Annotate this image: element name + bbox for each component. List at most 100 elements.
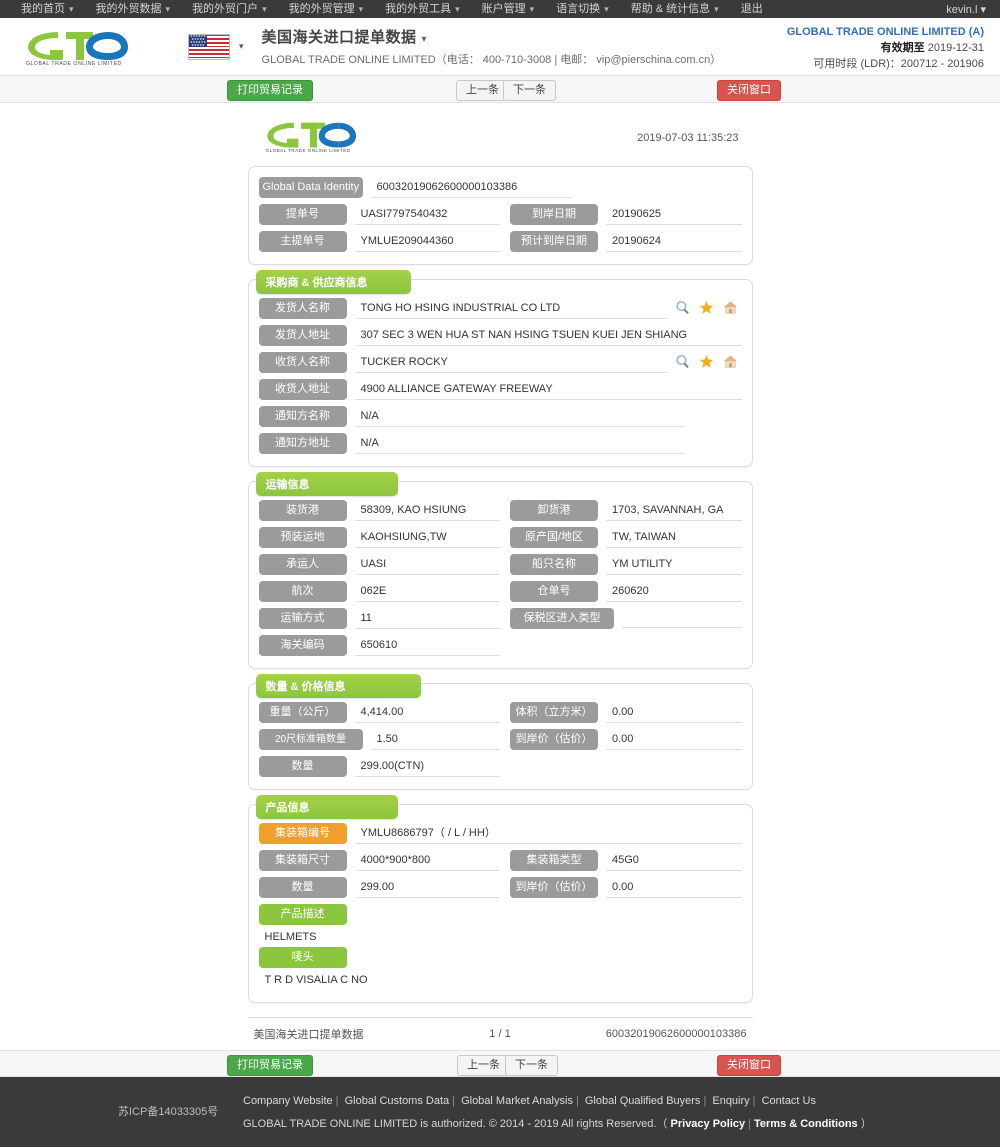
previous-record-button-bottom[interactable]: 上一条 <box>457 1055 510 1076</box>
transport-mode-label: 运输方式 <box>258 608 347 629</box>
shipper-name-value: TONG HO HSING INDUSTRIAL CO LTD <box>354 298 667 319</box>
footer-separator: | <box>752 1095 756 1107</box>
teu-row: 20尺标准箱数量 1.50 到岸价（估价） 0.00 <box>258 729 742 750</box>
nav-item-logout[interactable]: 退出 <box>730 0 774 18</box>
previous-record-button[interactable]: 上一条 <box>456 80 509 101</box>
port-of-loading-row: 装货港 58309, KAO HSIUNG 卸货港 1703, SAVANNAH, … <box>258 500 742 521</box>
svg-text:GLOBAL TRADE ONLINE LIMITED: GLOBAL TRADE ONLINE LIMITED <box>26 61 122 66</box>
notify-address-value: N/A <box>354 433 685 454</box>
chevron-down-icon: ▾ <box>604 4 609 14</box>
product-section-title: 产品信息 <box>255 795 398 819</box>
manifest-number-value: 260620 <box>606 581 742 602</box>
master-bl-row: 主提单号 YMLUE209044360 预计到岸日期 20190624 <box>258 231 742 252</box>
vessel-name-label: 船只名称 <box>510 554 598 575</box>
page-title[interactable]: 美国海关进口提单数据 ▾ <box>262 26 722 47</box>
gto-logo-svg: GLOBAL TRADE ONLINE LIMITED <box>265 122 356 153</box>
product-description-label: 产品描述 <box>258 904 347 925</box>
identity-row: Global Data Identity 6003201906260000010… <box>258 177 742 198</box>
chevron-down-icon: ▾ <box>165 4 171 14</box>
notify-name-value: N/A <box>354 406 685 427</box>
document-footer: 美国海关进口提单数据 1 / 1 60032019062600000103386 <box>247 1017 753 1044</box>
pre-carriage-row: 预装运地 KAOHSIUNG,TW 原产国/地区 TW, TAIWAN <box>258 527 742 548</box>
product-panel: 产品信息 集装箱编号 YMLU8686797（ / L / HH） 集装箱尺寸 4… <box>247 795 753 1003</box>
document-area: GLOBAL TRADE ONLINE LIMITED 2019-07-03 1… <box>0 103 1000 1050</box>
marks-label: 唛头 <box>258 947 347 968</box>
nav-item-trade-portal[interactable]: 我的外贸门户 ▾ <box>181 0 278 18</box>
terms-conditions-link[interactable]: Terms & Conditions <box>754 1118 858 1130</box>
nav-item-trade-data[interactable]: 我的外贸数据 ▾ <box>85 0 182 18</box>
weight-row: 重量（公斤） 4,414.00 体积（立方米） 0.00 <box>258 702 742 723</box>
nav-item-label: 我的首页 <box>21 3 65 15</box>
next-record-button[interactable]: 下一条 <box>503 80 556 101</box>
container-type-label: 集装箱类型 <box>510 850 598 871</box>
search-icon[interactable] <box>675 354 690 371</box>
validity-value: 2019-12-31 <box>927 42 984 54</box>
gto-logo[interactable]: GLOBAL TRADE ONLINE LIMITED <box>22 28 132 66</box>
svg-text:GLOBAL TRADE ONLINE LIMITED: GLOBAL TRADE ONLINE LIMITED <box>265 148 350 153</box>
nav-item-trade-management[interactable]: 我的外贸管理 ▾ <box>278 0 375 18</box>
nav-item-trade-tools[interactable]: 我的外贸工具 ▾ <box>374 0 471 18</box>
document-footer-identity: 60032019062600000103386 <box>605 1028 747 1040</box>
estimated-arrival-value: 20190624 <box>606 231 742 252</box>
account-info: GLOBAL TRADE ONLINE LIMITED (A) 有效期至 201… <box>787 24 984 72</box>
account-ldr: 可用时段 (LDR)：200712 - 201906 <box>813 58 984 70</box>
weight-label: 重量（公斤） <box>258 702 347 723</box>
footer-link-contact-us[interactable]: Contact Us <box>762 1095 816 1107</box>
close-window-button[interactable]: 关闭窗口 <box>717 80 781 101</box>
nav-item-account-management[interactable]: 账户管理 ▾ <box>471 0 546 18</box>
cif-value-label: 到岸价（估价） <box>510 729 598 750</box>
parties-section-title: 采购商 & 供应商信息 <box>255 270 411 294</box>
close-window-button-bottom[interactable]: 关闭窗口 <box>717 1055 781 1076</box>
parties-panel: 采购商 & 供应商信息 发货人名称 TONG HO HSING INDUSTRI… <box>247 270 753 467</box>
consignee-address-value: 4900 ALLIANCE GATEWAY FREEWAY <box>354 379 742 400</box>
shipper-address-label: 发货人地址 <box>258 325 347 346</box>
footer-link-company-website[interactable]: Company Website <box>243 1095 333 1107</box>
nav-item-label: 退出 <box>740 3 763 15</box>
voyage-label: 航次 <box>258 581 347 602</box>
nav-item-language-switch[interactable]: 语言切换 ▾ <box>545 0 620 18</box>
container-size-label: 集装箱尺寸 <box>258 850 347 871</box>
country-selector[interactable]: ★★★★★★ ★★★★★ ★★★★★★ ★★★★★ ▾ <box>188 33 244 60</box>
chevron-down-icon: ▾ <box>262 4 267 14</box>
star-icon[interactable] <box>699 300 714 317</box>
quantity-value: 299.00(CTN) <box>354 756 500 777</box>
copyright-text-end: ） <box>860 1118 872 1130</box>
consignee-actions <box>675 354 742 371</box>
star-icon[interactable] <box>699 354 714 371</box>
manifest-number-label: 仓单号 <box>510 581 598 602</box>
container-number-label: 集装箱编号 <box>258 823 347 844</box>
footer-link-global-qualified-buyers[interactable]: Global Qualified Buyers <box>585 1095 701 1107</box>
print-record-button[interactable]: 打印贸易记录 <box>227 80 313 101</box>
product-quantity-value: 299.00 <box>354 877 500 898</box>
quantity-row: 数量 299.00(CTN) <box>258 756 742 777</box>
home-icon[interactable] <box>723 354 738 371</box>
container-size-value: 4000*900*800 <box>354 850 500 871</box>
nav-item-label: 我的外贸管理 <box>288 3 355 15</box>
identity-panel: Global Data Identity 6003201906260000010… <box>247 166 753 265</box>
print-record-button-bottom[interactable]: 打印贸易记录 <box>227 1055 313 1076</box>
footer-link-global-market-analysis[interactable]: Global Market Analysis <box>461 1095 573 1107</box>
chevron-down-icon: ▾ <box>714 4 719 14</box>
user-menu[interactable]: kevin.l ▾ <box>946 3 986 16</box>
master-bl-label: 主提单号 <box>258 231 347 252</box>
copyright-text: GLOBAL TRADE ONLINE LIMITED is authorize… <box>243 1118 668 1130</box>
nav-item-label: 我的外贸门户 <box>192 3 259 15</box>
chevron-down-icon: ▾ <box>358 4 364 14</box>
footer-link-global-customs-data[interactable]: Global Customs Data <box>345 1095 450 1107</box>
footer-link-enquiry[interactable]: Enquiry <box>712 1095 749 1107</box>
privacy-policy-link[interactable]: Privacy Policy <box>671 1118 746 1130</box>
nav-item-home[interactable]: 我的首页 ▾ <box>10 0 85 18</box>
volume-value: 0.00 <box>606 702 742 723</box>
marks-label-row: 唛头 <box>258 947 742 968</box>
document-timestamp: 2019-07-03 11:35:23 <box>637 131 739 144</box>
hs-code-value: 650610 <box>354 635 500 656</box>
hs-code-row: 海关编码 650610 <box>258 635 742 656</box>
search-icon[interactable] <box>675 300 690 317</box>
site-header: GLOBAL TRADE ONLINE LIMITED ★★★★★★ ★★★★★ <box>0 18 1000 76</box>
home-icon[interactable] <box>723 300 738 317</box>
notify-address-label: 通知方地址 <box>258 433 347 454</box>
nav-item-help-stats[interactable]: 帮助 & 统计信息 ▾ <box>620 0 730 18</box>
notify-name-row: 通知方名称 N/A <box>258 406 742 427</box>
next-record-button-bottom[interactable]: 下一条 <box>505 1055 558 1076</box>
account-validity: 有效期至 2019-12-31 <box>787 40 984 56</box>
